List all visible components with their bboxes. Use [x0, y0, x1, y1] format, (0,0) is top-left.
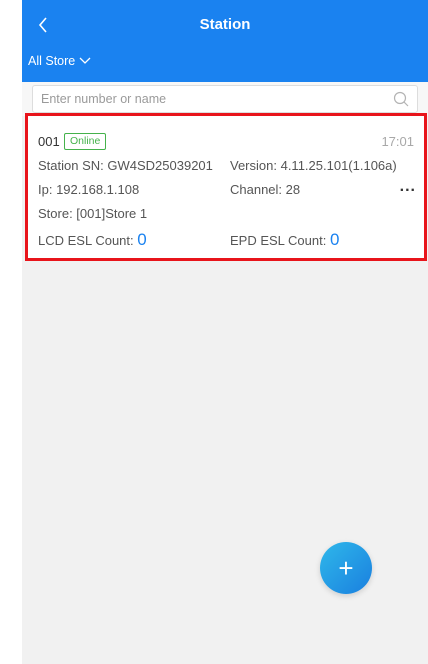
station-id: 001: [38, 134, 60, 149]
add-station-button[interactable]: +: [320, 542, 372, 594]
more-options-button[interactable]: ...: [400, 178, 416, 196]
chevron-down-icon: [79, 57, 91, 64]
station-card[interactable]: 001 Online 17:01 Station SN: GW4SD250392…: [25, 113, 427, 261]
epd-esl-value: 0: [329, 230, 340, 249]
epd-esl-label: EPD ESL Count:: [230, 233, 330, 248]
status-badge: Online: [64, 133, 107, 150]
store-filter-label: All Store: [28, 54, 76, 68]
station-time: 17:01: [381, 134, 414, 149]
app-header: Station All Store: [22, 0, 428, 82]
station-store: Store: [001]Store 1: [38, 206, 148, 221]
station-sn: Station SN: GW4SD25039201: [38, 158, 213, 173]
search-input[interactable]: [41, 86, 381, 112]
lcd-esl-value: 0: [137, 230, 147, 249]
search-bar: [22, 82, 428, 116]
station-screen: Station All Store 001 Online 17:01 Stati…: [22, 0, 428, 664]
page-title: Station: [199, 16, 251, 33]
epd-esl-count: EPD ESL Count: 0: [230, 230, 339, 250]
lcd-esl-count: LCD ESL Count: 0: [38, 230, 147, 250]
station-channel: Channel: 28: [230, 182, 301, 197]
station-version: Version: 4.11.25.101(1.106a): [230, 158, 397, 173]
search-icon[interactable]: [393, 91, 409, 107]
search-box: [32, 85, 418, 113]
lcd-esl-label: LCD ESL Count:: [38, 233, 138, 248]
station-ip: Ip: 192.168.1.108: [38, 182, 140, 197]
plus-icon: +: [338, 553, 354, 583]
store-filter-dropdown[interactable]: All Store: [28, 54, 91, 68]
